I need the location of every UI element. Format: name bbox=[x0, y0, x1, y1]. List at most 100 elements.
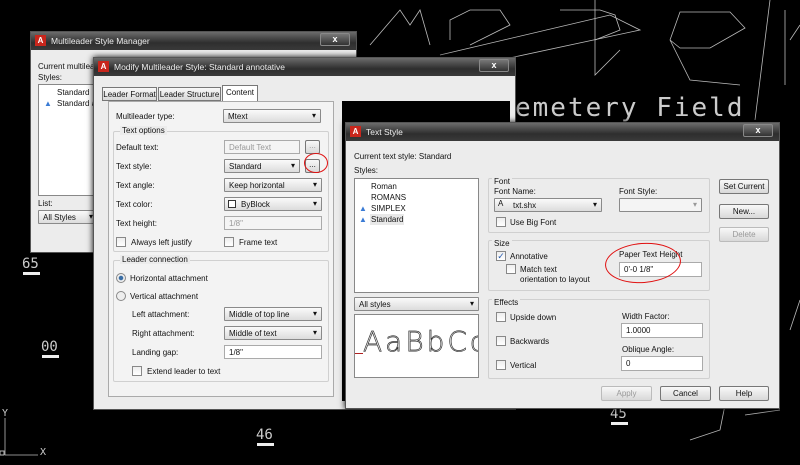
styles-filter-select[interactable]: All styles bbox=[354, 297, 479, 311]
tab-leader-structure[interactable]: Leader Structure bbox=[158, 87, 221, 101]
text-angle-label: Text angle: bbox=[116, 181, 155, 190]
right-attachment-select[interactable]: Middle of text bbox=[224, 326, 322, 340]
content-panel: Multileader type: Mtext Text options Def… bbox=[108, 101, 334, 397]
horizontal-attachment-radio[interactable] bbox=[116, 273, 126, 283]
default-text-input[interactable]: Default Text bbox=[224, 140, 300, 154]
text-angle-select[interactable]: Keep horizontal bbox=[224, 178, 322, 192]
text-color-label: Text color: bbox=[116, 200, 153, 209]
width-factor-input[interactable]: 1.0000 bbox=[621, 323, 703, 338]
annotation-circle bbox=[304, 153, 328, 173]
drawing-label: 00 bbox=[41, 339, 58, 355]
font-group: Font Font Name: txt.shx A Font Style: Us… bbox=[488, 177, 710, 233]
frame-text-checkbox[interactable] bbox=[224, 237, 234, 247]
default-text-browse-button[interactable]: ... bbox=[305, 140, 320, 154]
text-style-select[interactable]: Standard bbox=[224, 159, 300, 173]
oblique-angle-label: Oblique Angle: bbox=[622, 345, 675, 354]
always-left-justify-label: Always left justify bbox=[131, 238, 192, 247]
drawing-label: 46 bbox=[256, 427, 273, 443]
cancel-button[interactable]: Cancel bbox=[660, 386, 711, 401]
window-title: Text Style bbox=[366, 127, 403, 137]
use-big-font-label: Use Big Font bbox=[510, 218, 557, 227]
styles-list[interactable]: Standard ▲ Standard ar bbox=[38, 84, 99, 196]
upside-down-checkbox[interactable] bbox=[496, 312, 506, 322]
annotative-icon: ▲ bbox=[44, 99, 52, 108]
multileader-type-select[interactable]: Mtext bbox=[223, 109, 321, 123]
group-title: Text options bbox=[120, 126, 167, 135]
autocad-logo-icon: A bbox=[350, 126, 361, 137]
shx-font-icon: A bbox=[498, 199, 504, 208]
text-color-select[interactable]: ByBlock bbox=[224, 197, 322, 211]
drawing-label: 65 bbox=[22, 256, 39, 272]
apply-button[interactable]: Apply bbox=[601, 386, 652, 401]
extend-leader-label: Extend leader to text bbox=[147, 367, 221, 376]
effects-group: Effects Upside down Backwards Vertical W… bbox=[488, 298, 710, 379]
upside-down-label: Upside down bbox=[510, 313, 557, 322]
group-title: Font bbox=[492, 177, 513, 186]
close-button[interactable]: x bbox=[479, 59, 509, 72]
set-current-button[interactable]: Set Current bbox=[719, 179, 769, 194]
tab-leader-format[interactable]: Leader Format bbox=[102, 87, 157, 101]
backwards-label: Backwards bbox=[510, 337, 550, 346]
annotative-label: Annotative bbox=[510, 252, 548, 261]
vertical-attachment-radio[interactable] bbox=[116, 291, 126, 301]
annotative-icon: ▲ bbox=[359, 204, 367, 213]
always-left-justify-checkbox[interactable] bbox=[116, 237, 126, 247]
current-text-style-label: Current text style: Standard bbox=[354, 152, 452, 161]
list-item[interactable]: Roman bbox=[371, 182, 397, 191]
group-title: Size bbox=[492, 239, 512, 248]
text-options-group: Text options Default text: Default Text … bbox=[113, 126, 329, 252]
font-style-label: Font Style: bbox=[619, 187, 658, 196]
horizontal-attachment-label: Horizontal attachment bbox=[130, 274, 208, 283]
font-name-select[interactable]: txt.shx bbox=[494, 198, 602, 212]
window-title: Multileader Style Manager bbox=[51, 36, 150, 46]
vertical-label: Vertical bbox=[510, 361, 537, 370]
preview-box: AaBbCc bbox=[354, 314, 479, 378]
close-button[interactable]: x bbox=[743, 124, 773, 137]
text-style-label: Text style: bbox=[116, 162, 152, 171]
list-filter-select[interactable]: All Styles bbox=[38, 210, 98, 224]
backwards-checkbox[interactable] bbox=[496, 336, 506, 346]
vertical-checkbox[interactable] bbox=[496, 360, 506, 370]
title-bar[interactable]: A Text Style x bbox=[346, 123, 779, 141]
current-style-label: Current multilead bbox=[38, 62, 99, 71]
styles-label: Styles: bbox=[354, 166, 379, 175]
tab-content[interactable]: Content bbox=[222, 85, 258, 102]
list-item[interactable]: SIMPLEX bbox=[371, 204, 406, 213]
drawing-text: emetery Field bbox=[515, 93, 745, 123]
text-height-label: Text height: bbox=[116, 219, 157, 228]
landing-gap-label: Landing gap: bbox=[132, 348, 179, 357]
use-big-font-checkbox[interactable] bbox=[496, 217, 506, 227]
annotative-checkbox[interactable]: ✓ bbox=[496, 251, 506, 261]
match-orientation-label: Match text orientation to layout bbox=[520, 265, 590, 284]
group-title: Effects bbox=[492, 298, 521, 307]
list-item[interactable]: ROMANS bbox=[371, 193, 406, 202]
list-item[interactable]: Standard bbox=[57, 88, 89, 97]
ucs-x-label: X bbox=[40, 447, 47, 458]
ucs-y-label: Y bbox=[2, 408, 9, 419]
autocad-logo-icon: A bbox=[98, 61, 109, 72]
window-title: Modify Multileader Style: Standard annot… bbox=[114, 62, 286, 72]
list-item-selected[interactable]: Standard bbox=[370, 214, 405, 225]
annotative-icon: ▲ bbox=[359, 215, 367, 224]
help-button[interactable]: Help bbox=[719, 386, 769, 401]
match-orientation-checkbox[interactable] bbox=[506, 264, 516, 274]
close-button[interactable]: x bbox=[320, 33, 350, 46]
preview-text: AaBbCc bbox=[363, 325, 478, 358]
font-style-select[interactable] bbox=[619, 198, 702, 212]
oblique-angle-input[interactable]: 0 bbox=[621, 356, 703, 371]
autocad-logo-icon: A bbox=[35, 35, 46, 46]
landing-gap-spinner[interactable]: 1/8" bbox=[224, 345, 322, 359]
frame-text-label: Frame text bbox=[239, 238, 278, 247]
new-button[interactable]: New... bbox=[719, 204, 769, 219]
leader-connection-group: Leader connection Horizontal attachment … bbox=[113, 255, 329, 382]
extend-leader-checkbox[interactable] bbox=[132, 366, 142, 376]
default-text-label: Default text: bbox=[116, 143, 159, 152]
delete-button[interactable]: Delete bbox=[719, 227, 769, 242]
left-attachment-label: Left attachment: bbox=[132, 310, 190, 319]
left-attachment-select[interactable]: Middle of top line bbox=[224, 307, 322, 321]
text-height-spinner[interactable]: 1/8" bbox=[224, 216, 322, 230]
right-attachment-label: Right attachment: bbox=[132, 329, 195, 338]
title-bar[interactable]: A Multileader Style Manager x bbox=[31, 32, 356, 50]
title-bar[interactable]: A Modify Multileader Style: Standard anno… bbox=[94, 58, 515, 76]
styles-list[interactable]: Roman ROMANS ▲ SIMPLEX ▲ Standard bbox=[354, 178, 479, 293]
